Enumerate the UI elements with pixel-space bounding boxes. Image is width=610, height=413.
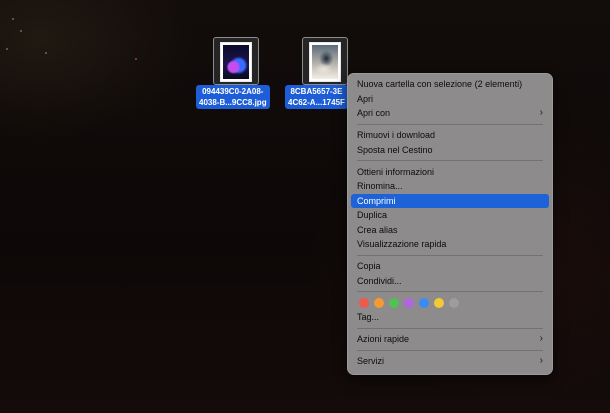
file-thumbnail-frame[interactable]	[213, 37, 259, 85]
menu-item-duplicate[interactable]: Duplica	[351, 208, 549, 223]
menu-item-new-folder-with-selection[interactable]: Nuova cartella con selezione (2 elementi…	[351, 77, 549, 92]
menu-item-label: Servizi	[357, 356, 385, 366]
menu-separator	[357, 160, 543, 162]
menu-separator	[357, 291, 543, 293]
file-thumbnail-frame[interactable]	[302, 37, 348, 85]
orange-tag-icon[interactable]	[374, 297, 384, 308]
gray-tag-icon[interactable]	[449, 297, 459, 308]
menu-item-copy[interactable]: Copia	[351, 259, 549, 274]
menu-item-move-to-trash[interactable]: Sposta nel Cestino	[351, 143, 549, 158]
image-thumbnail	[220, 42, 252, 82]
blue-tag-icon[interactable]	[419, 297, 429, 308]
menu-separator	[357, 327, 543, 329]
menu-item-open[interactable]: Apri	[351, 92, 549, 107]
menu-item-quick-actions[interactable]: Azioni rapide ›	[351, 332, 549, 347]
file-name-line1: 094439C0-2A08-	[202, 87, 264, 96]
menu-item-compress[interactable]: Comprimi	[351, 193, 549, 208]
menu-item-label: Duplica	[357, 210, 388, 220]
file-name-line1: 8CBA5657-3E	[290, 87, 343, 96]
menu-item-label: Rimuovi i download	[357, 130, 436, 140]
red-tag-icon[interactable]	[359, 297, 369, 308]
tag-color-row	[347, 296, 553, 311]
menu-item-label: Rinomina...	[357, 181, 403, 191]
purple-tag-icon[interactable]	[404, 297, 414, 308]
background-speck	[12, 18, 14, 20]
menu-item-remove-downloads[interactable]: Rimuovi i download	[351, 128, 549, 143]
file-name-label[interactable]: 8CBA5657-3E 4C62-A...1745F	[285, 85, 348, 109]
yellow-tag-icon[interactable]	[434, 297, 444, 308]
background-speck	[45, 52, 47, 54]
menu-item-label: Crea alias	[357, 224, 398, 235]
chevron-right-icon: ›	[539, 333, 543, 344]
menu-item-services[interactable]: Servizi ›	[351, 354, 549, 369]
menu-item-label: Comprimi	[357, 195, 396, 206]
menu-separator	[357, 254, 543, 256]
menu-item-label: Sposta nel Cestino	[357, 144, 433, 155]
file-name-label[interactable]: 094439C0-2A08- 4038-B...9CC8.jpg	[196, 85, 270, 109]
menu-item-quick-look[interactable]: Visualizzazione rapida	[351, 237, 549, 252]
menu-item-rename[interactable]: Rinomina...	[351, 179, 549, 194]
menu-item-label: Ottieni informazioni	[357, 166, 435, 177]
menu-item-make-alias[interactable]: Crea alias	[351, 223, 549, 238]
background-speck	[135, 58, 137, 60]
menu-item-tags[interactable]: Tag...	[351, 310, 549, 325]
menu-item-label: Tag...	[357, 312, 380, 322]
background-speck	[20, 30, 22, 32]
file-name-line2: 4C62-A...1745F	[288, 98, 345, 107]
background-speck	[6, 48, 8, 50]
menu-item-share[interactable]: Condividi...	[351, 274, 549, 289]
menu-item-label: Nuova cartella con selezione (2 elementi…	[357, 79, 523, 89]
menu-item-label: Apri con	[357, 108, 391, 118]
context-menu: Nuova cartella con selezione (2 elementi…	[347, 73, 553, 375]
menu-item-open-with[interactable]: Apri con ›	[351, 106, 549, 121]
chevron-right-icon: ›	[539, 355, 543, 366]
file-name-line2: 4038-B...9CC8.jpg	[199, 98, 267, 107]
thumbnail-image	[223, 45, 249, 79]
green-tag-icon[interactable]	[389, 297, 399, 308]
menu-separator	[357, 123, 543, 125]
menu-item-label: Azioni rapide	[357, 334, 410, 344]
menu-item-label: Copia	[357, 261, 381, 271]
chevron-right-icon: ›	[539, 107, 543, 118]
image-thumbnail	[309, 42, 341, 82]
thumbnail-image	[312, 45, 338, 79]
menu-item-label: Visualizzazione rapida	[357, 239, 447, 249]
menu-item-get-info[interactable]: Ottieni informazioni	[351, 165, 549, 180]
menu-item-label: Condividi...	[357, 275, 402, 286]
menu-item-label: Apri	[357, 93, 374, 104]
menu-separator	[357, 349, 543, 351]
